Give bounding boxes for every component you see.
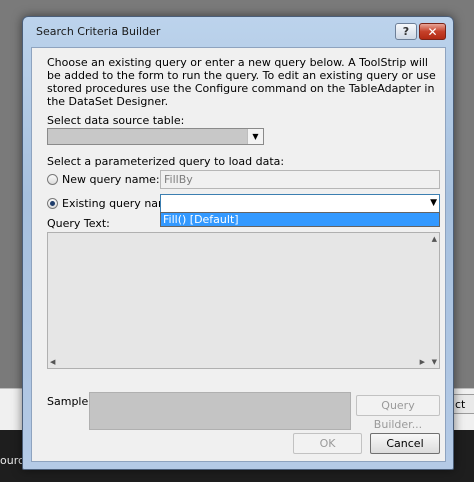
scroll-right-icon[interactable]: ▶ (420, 358, 425, 366)
dialog-title: Search Criteria Builder (36, 25, 161, 38)
data-source-label: Select data source table: (47, 114, 185, 127)
description-text: Choose an existing query or enter a new … (47, 56, 436, 108)
sample-preview (89, 392, 351, 430)
dropdown-option[interactable]: Fill() [Default] (161, 213, 439, 226)
existing-query-radio[interactable] (47, 198, 58, 209)
scroll-down-icon[interactable]: ▼ (432, 358, 437, 366)
new-query-radio[interactable] (47, 174, 58, 185)
close-button[interactable]: ✕ (419, 23, 446, 40)
sample-label: Sample: (47, 395, 92, 408)
existing-query-dropdown-list[interactable]: Fill() [Default] (160, 212, 440, 227)
query-builder-button[interactable]: Query Builder... (356, 395, 440, 431)
existing-query-combobox[interactable]: ▼ (160, 194, 440, 213)
query-text-label: Query Text: (47, 217, 110, 230)
radio-selected-dot (50, 201, 55, 206)
ok-button[interactable]: OK (293, 433, 362, 454)
dialog-client-area: Choose an existing query or enter a new … (31, 47, 446, 462)
data-source-combobox[interactable]: ▼ (47, 128, 264, 145)
query-section-label: Select a parameterized query to load dat… (47, 155, 285, 168)
chevron-down-icon[interactable]: ▼ (247, 129, 263, 144)
search-criteria-builder-dialog: Search Criteria Builder ? ✕ Choose an ex… (22, 16, 454, 470)
cancel-button[interactable]: Cancel (370, 433, 440, 454)
new-query-name-input[interactable]: FillBy (160, 170, 440, 189)
new-query-label[interactable]: New query name: (62, 173, 160, 186)
scroll-left-icon[interactable]: ◀ (50, 358, 55, 366)
help-button[interactable]: ? (395, 23, 417, 40)
scroll-up-icon[interactable]: ▲ (432, 235, 437, 243)
chevron-down-icon[interactable]: ▼ (430, 198, 437, 209)
query-text-area[interactable]: ▲ ▼ ◀ ▶ (47, 232, 440, 369)
